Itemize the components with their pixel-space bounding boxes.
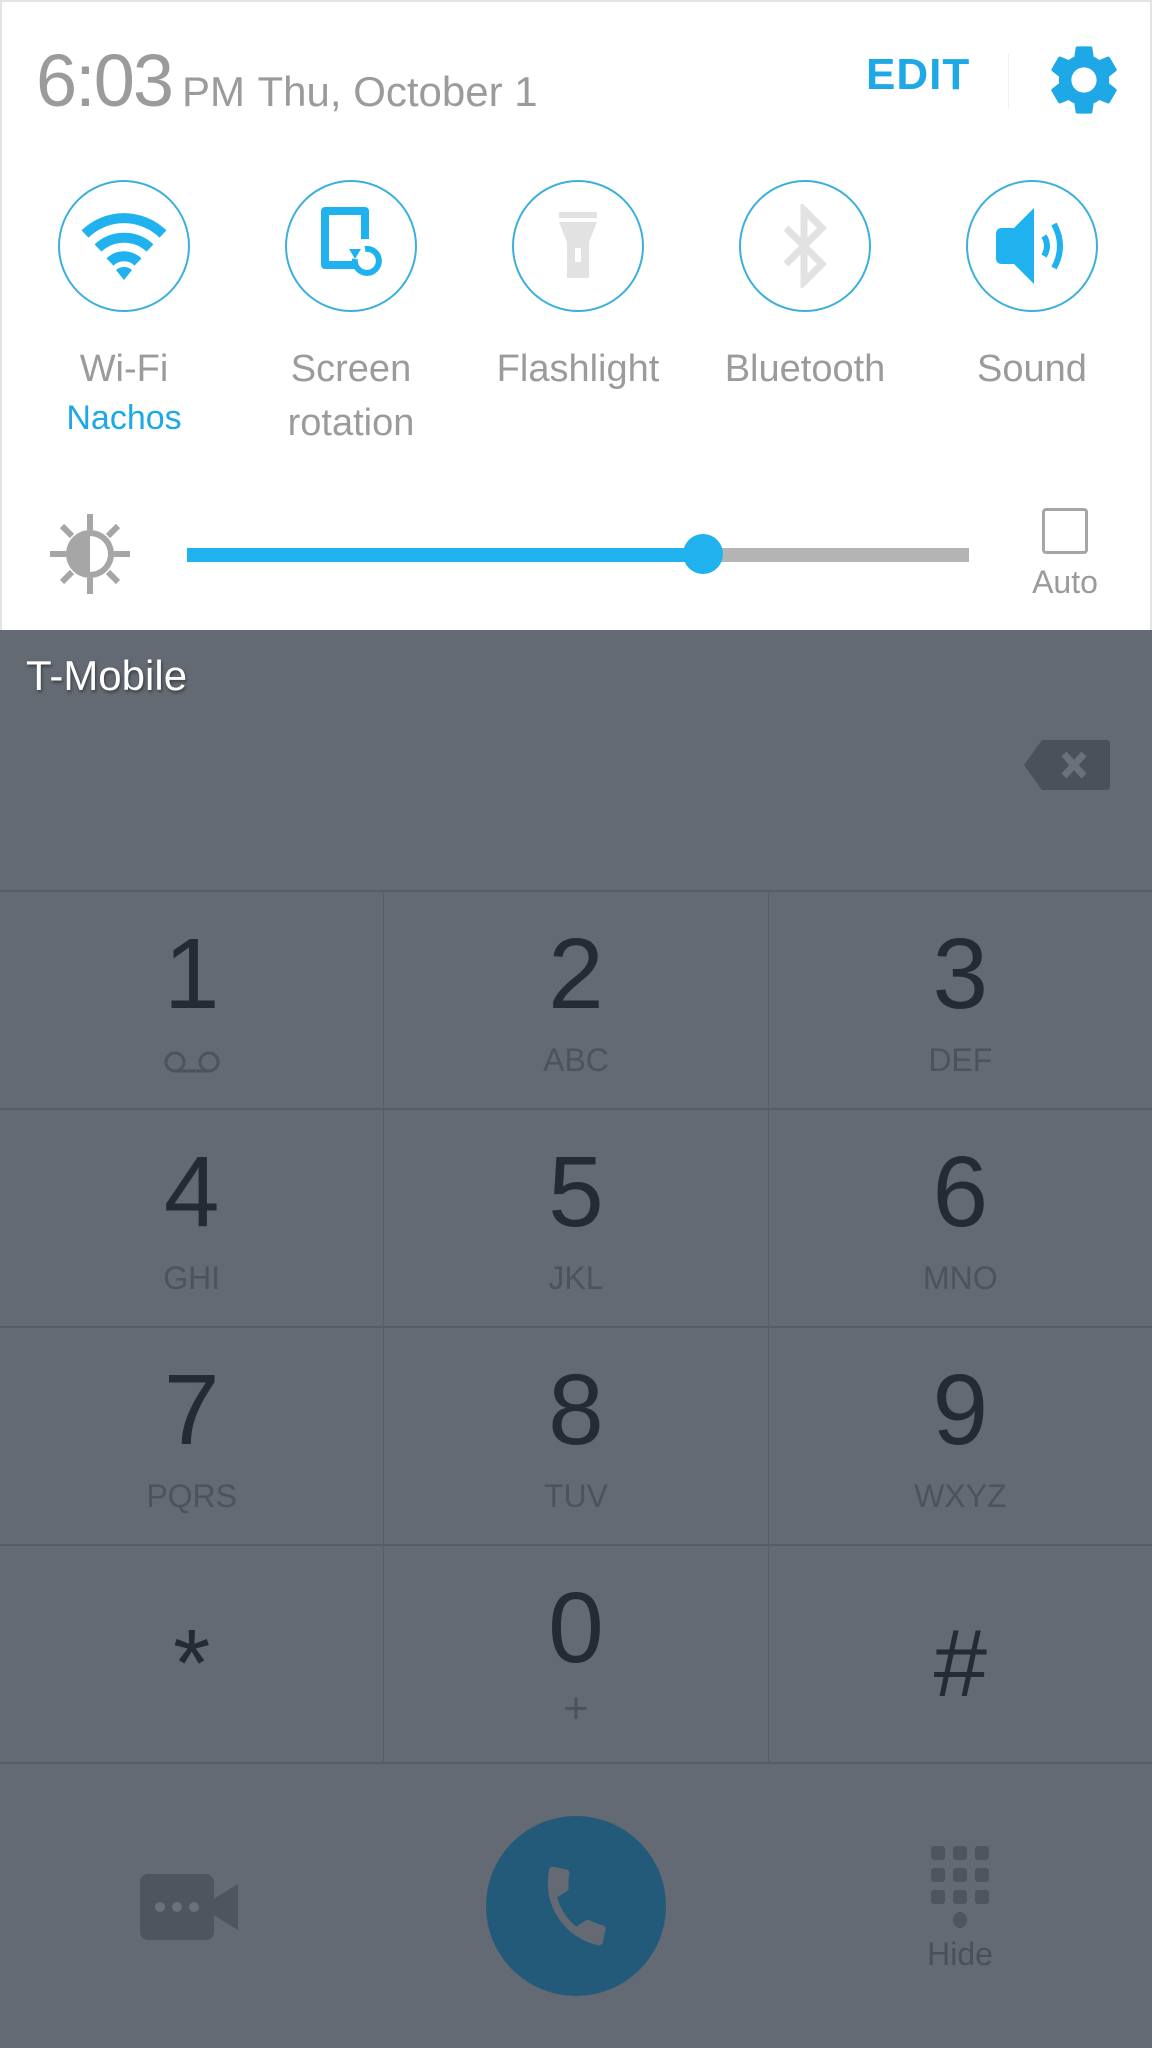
brightness-slider-thumb[interactable] (683, 534, 724, 574)
quick-toggles: Wi-Fi Nachos Screen rotation Flashlight … (2, 180, 1152, 460)
toggle-bluetooth-circle (739, 180, 871, 312)
dialer-bottom-bar: Hide (0, 1762, 1152, 2048)
key-6[interactable]: 6 MNO (769, 1110, 1152, 1326)
key-digit: 7 (163, 1354, 220, 1466)
toggle-bluetooth-label: Bluetooth (724, 348, 886, 390)
dialpad-row: 1 2 ABC 3 DEF (0, 892, 1152, 1110)
toggle-bluetooth[interactable]: Bluetooth (692, 180, 918, 396)
video-call-button[interactable] (140, 1874, 246, 1940)
clock-date: 6:03 PM Thu, October 1 (36, 38, 538, 123)
auto-brightness-label: Auto (1032, 564, 1098, 600)
key-0[interactable]: 0 + (384, 1546, 769, 1762)
sound-icon (996, 208, 1063, 284)
key-star[interactable]: * (0, 1546, 385, 1762)
key-letters: PQRS (146, 1478, 237, 1514)
clock-ampm: PM (182, 68, 246, 115)
key-symbol: * (172, 1610, 211, 1717)
backspace-icon (1024, 740, 1110, 790)
key-plus: + (563, 1684, 589, 1733)
toggle-wifi-circle (58, 180, 190, 312)
toggle-screen-rotation-label-line1: Screen (290, 348, 412, 390)
hide-dialpad-button[interactable]: Hide (900, 1846, 1020, 1973)
toggle-wifi-label: Wi-Fi (79, 348, 169, 390)
key-hash[interactable]: # (769, 1546, 1152, 1762)
key-2[interactable]: 2 ABC (384, 892, 769, 1108)
key-letters: TUV (543, 1478, 608, 1514)
key-letters: GHI (163, 1260, 221, 1296)
dialpad: 1 2 ABC 3 DEF 4 GHI 5 JKL 6 MNO 7 PQRS 8… (0, 890, 1152, 1764)
carrier-label: T-Mobile (26, 652, 188, 699)
video-call-icon (140, 1874, 238, 1940)
toggle-screen-rotation-label-line2: rotation (287, 402, 415, 444)
key-letters: DEF (928, 1042, 993, 1078)
key-digit: 6 (932, 1136, 989, 1248)
notification-panel: 6:03PM Thu, October 1 EDIT Wi-Fi Nachos (0, 0, 1152, 630)
toggle-sound-circle (966, 180, 1098, 312)
flashlight-icon (559, 212, 597, 278)
dialpad-icon (931, 1846, 989, 1928)
key-9[interactable]: 9 WXYZ (769, 1328, 1152, 1544)
dialpad-row: 4 GHI 5 JKL 6 MNO (0, 1110, 1152, 1328)
toggle-flashlight-label: Flashlight (496, 348, 660, 390)
key-1[interactable]: 1 (0, 892, 385, 1108)
key-digit: 2 (548, 918, 604, 1030)
key-digit: 8 (548, 1354, 604, 1466)
key-digit: 3 (932, 918, 989, 1030)
brightness-row: Auto (2, 492, 1152, 612)
voicemail-icon (164, 1051, 220, 1073)
key-4[interactable]: 4 GHI (0, 1110, 385, 1326)
wifi-icon (81, 213, 167, 280)
call-button[interactable] (486, 1816, 666, 1996)
screen-rotation-icon (321, 207, 382, 276)
toggle-flashlight-circle (512, 180, 644, 312)
settings-button[interactable] (1042, 38, 1126, 122)
toggle-sound[interactable]: Sound (919, 180, 1145, 396)
brightness-icon (50, 514, 130, 594)
key-5[interactable]: 5 JKL (384, 1110, 769, 1326)
key-digit: 5 (548, 1136, 604, 1248)
key-digit: 0 (548, 1572, 604, 1684)
clock-time: 6:03 (36, 39, 174, 122)
key-7[interactable]: 7 PQRS (0, 1328, 385, 1544)
toggle-screen-rotation-label: Screen rotation (238, 342, 464, 450)
toggle-screen-rotation-circle (285, 180, 417, 312)
brightness-slider-fill (187, 548, 704, 562)
toggle-screen-rotation[interactable]: Screen rotation (238, 180, 464, 450)
auto-brightness-box (1042, 508, 1088, 554)
toggle-sound-label: Sound (977, 348, 1087, 390)
key-letters: ABC (543, 1042, 609, 1078)
hide-dialpad-label: Hide (927, 1936, 993, 1972)
toggle-wifi[interactable]: Wi-Fi Nachos (11, 180, 237, 440)
bluetooth-icon (783, 204, 827, 288)
key-symbol: # (933, 1610, 988, 1717)
key-letters: JKL (548, 1260, 604, 1296)
key-digit: 1 (163, 918, 220, 1030)
dialer-screen: T-Mobile 1 2 ABC 3 DEF 4 GHI 5 JKL 6 MNO… (0, 630, 1152, 2048)
header-divider (1008, 54, 1009, 108)
brightness-slider[interactable] (187, 534, 969, 574)
edit-button[interactable]: EDIT (866, 50, 970, 100)
key-8[interactable]: 8 TUV (384, 1328, 769, 1544)
key-letters: MNO (922, 1260, 998, 1296)
phone-icon (547, 1866, 606, 1946)
auto-brightness-checkbox[interactable]: Auto (1024, 508, 1106, 601)
dialpad-row: 7 PQRS 8 TUV 9 WXYZ (0, 1328, 1152, 1546)
key-digit: 4 (163, 1136, 220, 1248)
toggle-flashlight[interactable]: Flashlight (465, 180, 691, 396)
gear-icon (1051, 46, 1117, 114)
toggle-wifi-network: Nachos (66, 399, 182, 437)
dialpad-row: * 0 + # (0, 1546, 1152, 1764)
date-label: Thu, October 1 (257, 68, 538, 115)
key-3[interactable]: 3 DEF (769, 892, 1152, 1108)
backspace-button[interactable] (1024, 740, 1110, 790)
key-digit: 9 (932, 1354, 989, 1466)
key-letters: WXYZ (914, 1478, 1007, 1514)
